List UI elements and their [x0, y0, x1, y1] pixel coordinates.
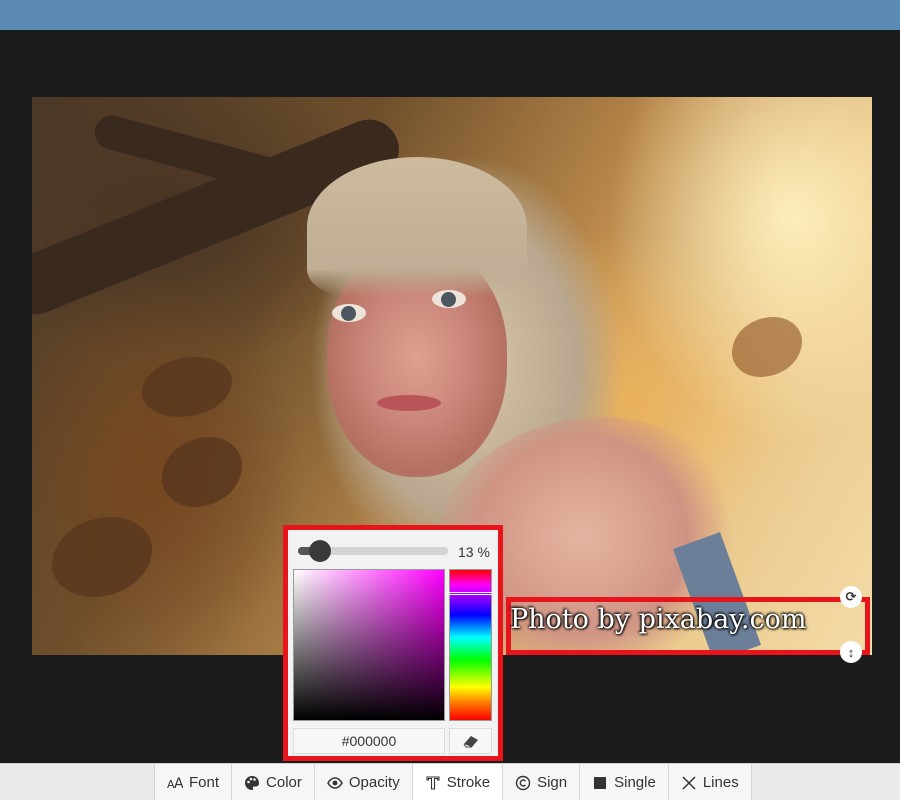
square-icon: [592, 775, 608, 791]
resize-handle-icon[interactable]: ↕: [840, 641, 862, 663]
svg-text:A: A: [174, 776, 183, 791]
leaf: [162, 437, 242, 507]
tool-sign[interactable]: Sign: [502, 764, 580, 800]
eraser-button[interactable]: [449, 728, 492, 754]
eraser-icon: [463, 736, 478, 748]
hex-color-field[interactable]: #000000: [293, 728, 445, 754]
watermark-text[interactable]: Photo by pixabay.com: [510, 604, 806, 635]
x-lines-icon: [681, 775, 697, 791]
opacity-slider-knob[interactable]: [309, 540, 331, 562]
opacity-percent: 13 %: [458, 544, 490, 560]
copyright-icon: [515, 775, 531, 791]
fringe: [307, 157, 527, 297]
right-eye: [432, 290, 466, 308]
text-stroke-icon: [425, 775, 441, 791]
leaf: [52, 517, 152, 597]
mouth: [377, 395, 441, 411]
top-bar: [0, 0, 900, 30]
rotate-handle-icon[interactable]: ⟳: [840, 586, 862, 608]
leaf: [142, 357, 232, 417]
tool-label: Font: [189, 774, 220, 791]
leaf: [732, 317, 802, 377]
color-picker-panel: 13 % #000000: [283, 525, 503, 761]
left-eye: [332, 304, 366, 322]
tool-label: Opacity: [348, 774, 400, 791]
hue-strip[interactable]: [449, 569, 492, 721]
tool-label: Stroke: [446, 774, 491, 791]
tool-color[interactable]: Color: [231, 764, 314, 800]
hue-marker[interactable]: [449, 592, 492, 595]
tool-lines[interactable]: Lines: [667, 764, 752, 800]
tool-stroke[interactable]: Stroke: [411, 764, 503, 800]
saturation-value-square[interactable]: [293, 569, 445, 721]
tool-opacity[interactable]: Opacity: [313, 764, 412, 800]
tool-label: Lines: [702, 774, 739, 791]
font-size-icon: AA: [167, 775, 183, 791]
tool-label: Sign: [537, 774, 568, 791]
palette-icon: [244, 775, 260, 791]
tree-branch: [91, 111, 293, 197]
tool-font[interactable]: AA Font: [154, 764, 232, 800]
tool-label: Single: [614, 774, 656, 791]
tool-single[interactable]: Single: [579, 764, 668, 800]
bottom-toolbar: AA Font Color Opacity Stroke Sign Single…: [0, 763, 900, 800]
eye-icon: [327, 775, 343, 791]
tool-label: Color: [266, 774, 302, 791]
